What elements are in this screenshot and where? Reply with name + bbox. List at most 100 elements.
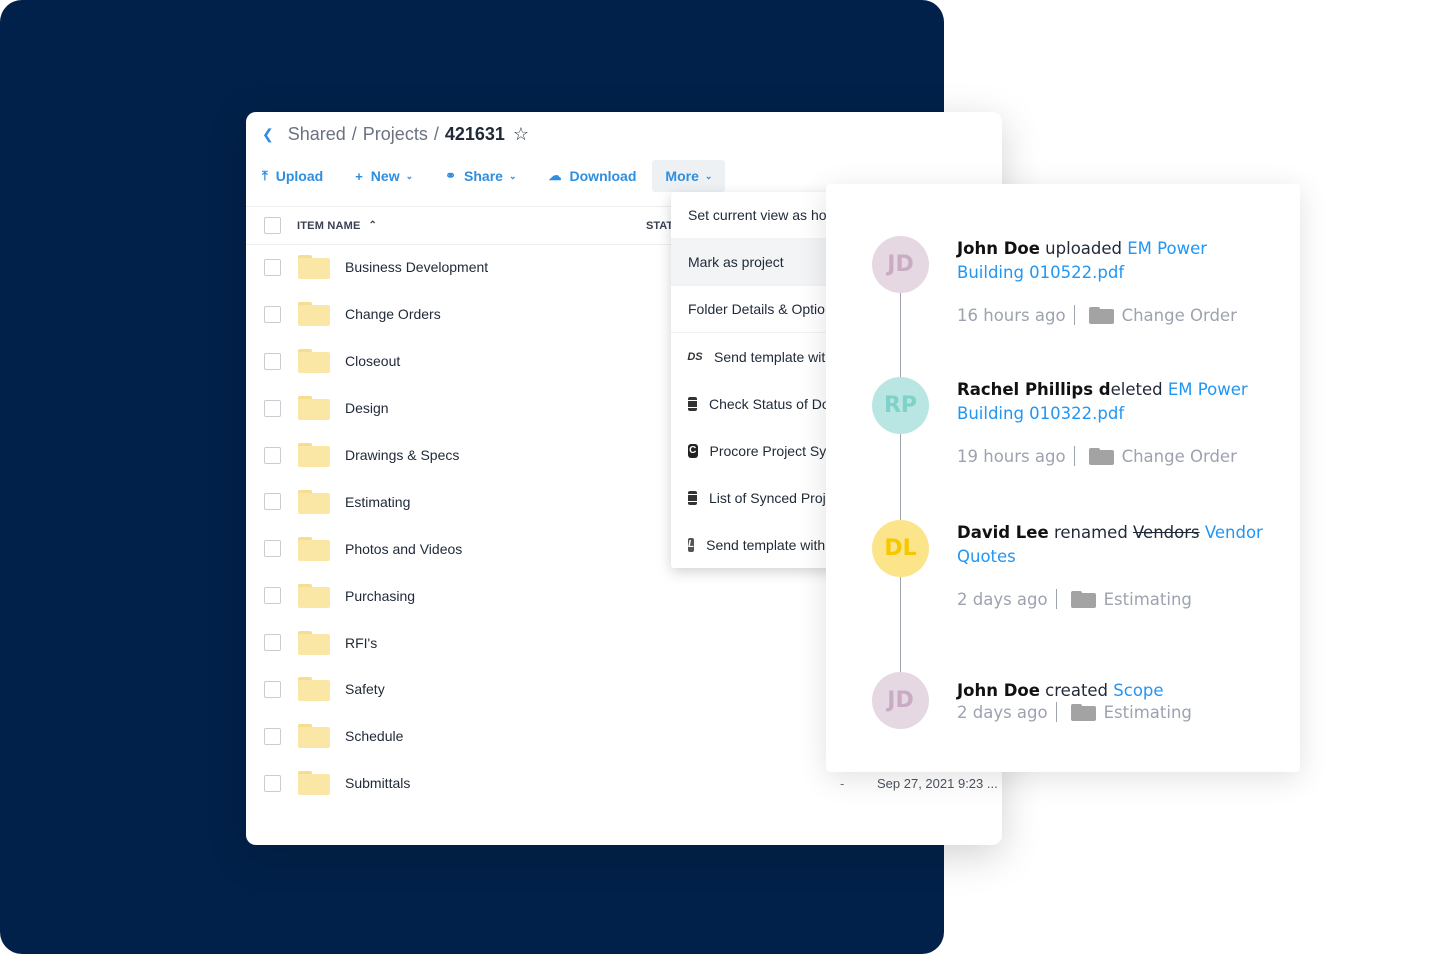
share-button[interactable]: ⚭ Share ⌄ bbox=[445, 160, 516, 192]
row-checkbox[interactable] bbox=[264, 352, 281, 370]
folder-icon bbox=[298, 349, 330, 374]
activity-verb: created bbox=[1039, 681, 1114, 700]
row-checkbox[interactable] bbox=[264, 493, 281, 511]
menu-item-mark-as-project[interactable]: Mark as project bbox=[671, 239, 841, 286]
activity-actor[interactable]: Rachel Phillips d bbox=[957, 380, 1111, 399]
item-name[interactable]: Estimating bbox=[345, 494, 410, 510]
item-name[interactable]: Change Orders bbox=[345, 306, 441, 322]
link-icon: ⚭ bbox=[445, 168, 457, 183]
activity-actor[interactable]: John Doe bbox=[957, 239, 1040, 258]
row-checkbox[interactable] bbox=[264, 399, 281, 417]
folder-icon bbox=[298, 443, 330, 467]
activity-time: 2 days ago bbox=[957, 702, 1048, 722]
item-name[interactable]: Schedule bbox=[345, 728, 403, 744]
row-checkbox[interactable] bbox=[264, 680, 281, 698]
upload-label: Upload bbox=[275, 168, 324, 184]
download-button[interactable]: ☁ Download bbox=[549, 160, 637, 192]
more-button[interactable]: More ⌄ bbox=[652, 160, 726, 192]
folder-icon bbox=[298, 724, 330, 749]
activity-meta: 2 days ago Estimating bbox=[957, 702, 1192, 722]
new-button[interactable]: + New ⌄ bbox=[355, 160, 413, 192]
avatar: RP bbox=[872, 377, 929, 434]
activity-description: Rachel Phillips deleted EM Power Buildin… bbox=[957, 378, 1267, 426]
activity-folder[interactable]: Change Order bbox=[1122, 306, 1237, 325]
menu-item-label: List of Synced Projects bbox=[709, 489, 841, 506]
menu-item-label: Mark as project bbox=[688, 254, 784, 270]
row-checkbox[interactable] bbox=[264, 258, 281, 276]
menu-item-label: Set current view as home bbox=[688, 207, 841, 223]
folder-icon bbox=[298, 536, 330, 561]
activity-old-name: Vendors bbox=[1133, 523, 1200, 542]
activity-folder[interactable]: Change Order bbox=[1122, 447, 1237, 466]
select-all-checkbox[interactable] bbox=[264, 217, 281, 234]
menu-item-procore-sync[interactable]: C Procore Project Sync bbox=[671, 427, 841, 474]
item-name[interactable]: Safety bbox=[345, 681, 385, 697]
item-name[interactable]: Design bbox=[345, 400, 389, 416]
item-name[interactable]: Submittals bbox=[345, 775, 410, 791]
activity-time: 16 hours ago bbox=[957, 305, 1066, 325]
breadcrumb-projects[interactable]: Projects bbox=[363, 124, 428, 145]
row-checkbox[interactable] bbox=[264, 774, 281, 792]
menu-item-label: Check Status of DocuSign bbox=[709, 395, 841, 412]
procore-icon: C bbox=[688, 443, 698, 458]
item-name[interactable]: Closeout bbox=[345, 353, 400, 369]
activity-time: 2 days ago bbox=[957, 589, 1048, 609]
folder-icon bbox=[1088, 306, 1114, 324]
share-label: Share bbox=[464, 168, 503, 184]
row-checkbox[interactable] bbox=[264, 587, 281, 605]
menu-item-folder-details[interactable]: Folder Details & Options bbox=[671, 286, 841, 333]
item-name[interactable]: Drawings & Specs bbox=[345, 447, 459, 463]
menu-item-send-template-docusign[interactable]: DS Send template with DocuSign bbox=[671, 333, 841, 380]
breadcrumb-separator: / bbox=[351, 123, 357, 144]
plus-icon: + bbox=[355, 168, 363, 184]
activity-folder[interactable]: Estimating bbox=[1104, 590, 1192, 609]
cloud-download-icon: ☁ bbox=[548, 168, 562, 183]
breadcrumb-shared[interactable]: Shared bbox=[288, 124, 346, 145]
row-checkbox[interactable] bbox=[264, 634, 281, 652]
folder-icon bbox=[298, 677, 330, 702]
activity-folder[interactable]: Estimating bbox=[1104, 703, 1192, 722]
upload-button[interactable]: ⤒ Upload bbox=[262, 160, 323, 192]
meta-divider bbox=[1073, 446, 1075, 466]
menu-item-synced-projects[interactable]: List of Synced Projects bbox=[671, 474, 841, 521]
menu-item-check-status[interactable]: Check Status of DocuSign bbox=[671, 380, 841, 427]
folder-icon bbox=[298, 396, 330, 421]
column-header-item-name[interactable]: ITEM NAME bbox=[297, 220, 361, 232]
folder-icon bbox=[298, 302, 330, 327]
activity-target-link[interactable]: Scope bbox=[1113, 681, 1163, 700]
meta-divider bbox=[1073, 305, 1075, 325]
menu-item-label: Send template with signature bbox=[706, 536, 841, 553]
avatar: DL bbox=[872, 520, 929, 577]
folder-icon bbox=[298, 255, 330, 280]
activity-actor[interactable]: David Lee bbox=[957, 523, 1049, 542]
row-checkbox[interactable] bbox=[264, 540, 281, 558]
activity-description: John Doe created Scope bbox=[957, 679, 1267, 703]
chevron-left-icon[interactable]: ❮ bbox=[262, 126, 274, 143]
star-outline-icon[interactable]: ☆ bbox=[513, 124, 529, 145]
folder-icon bbox=[298, 630, 330, 655]
row-checkbox[interactable] bbox=[264, 305, 281, 323]
sort-ascending-icon[interactable]: ⌃ bbox=[369, 220, 377, 231]
item-name[interactable]: Purchasing bbox=[345, 588, 415, 604]
menu-item-label: Procore Project Sync bbox=[709, 442, 842, 459]
more-label: More bbox=[665, 168, 699, 184]
row-checkbox[interactable] bbox=[264, 446, 281, 464]
activity-meta: 19 hours ago Change Order bbox=[957, 446, 1237, 466]
activity-description: John Doe uploaded EM Power Building 0105… bbox=[957, 237, 1267, 285]
menu-item-send-template-signature[interactable]: L Send template with signature bbox=[671, 521, 841, 568]
item-modified-date: Sep 27, 2021 9:23 ... bbox=[877, 775, 998, 791]
avatar: JD bbox=[872, 672, 929, 729]
chevron-down-icon: ⌄ bbox=[704, 170, 713, 181]
activity-actor[interactable]: John Doe bbox=[957, 681, 1040, 700]
item-name[interactable]: Business Development bbox=[345, 259, 488, 275]
activity-verb: uploaded bbox=[1039, 239, 1128, 258]
item-name[interactable]: Photos and Videos bbox=[345, 541, 462, 557]
docusign-icon: DS bbox=[687, 350, 703, 363]
breadcrumb: ❮ Shared / Projects / 421631 ☆ bbox=[262, 122, 529, 146]
item-name[interactable]: RFI's bbox=[345, 635, 377, 651]
avatar: JD bbox=[872, 236, 929, 293]
menu-item-set-home[interactable]: Set current view as home bbox=[671, 192, 841, 239]
row-checkbox[interactable] bbox=[264, 727, 281, 745]
chevron-down-icon: ⌄ bbox=[508, 170, 517, 181]
signature-icon: L bbox=[688, 537, 695, 552]
